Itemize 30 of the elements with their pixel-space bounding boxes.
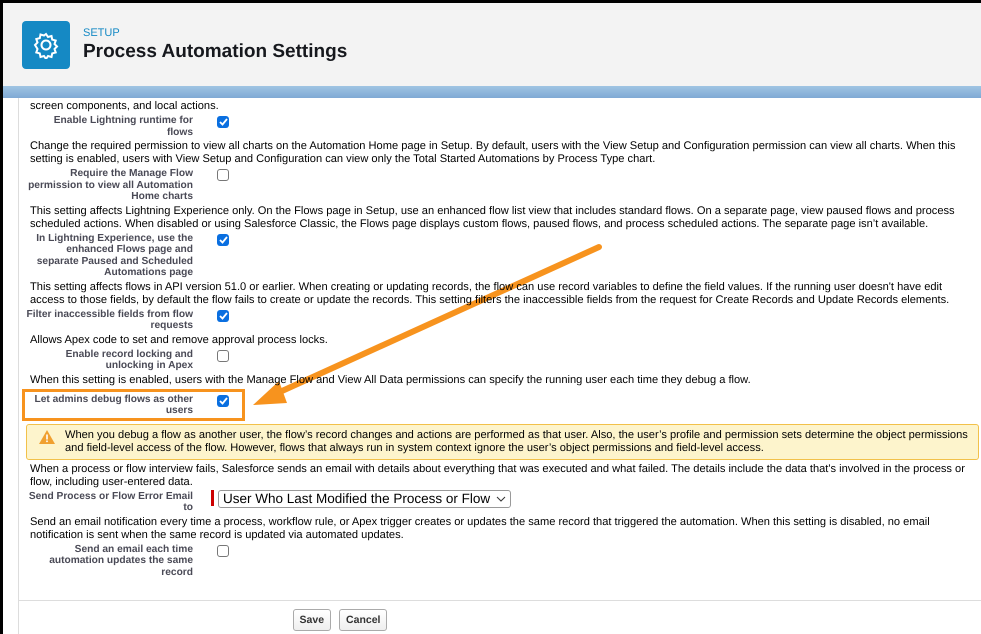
- settings-icon: [32, 30, 60, 58]
- select-field[interactable]: User Who Last Modified the Process or Flow: [218, 490, 512, 508]
- setting-label: Enable Lightning runtime for flows: [52, 114, 193, 138]
- checkbox[interactable]: [217, 169, 229, 181]
- setting-label: Let admins debug flows as other users: [34, 392, 193, 416]
- setting-description: screen components, and local actions.: [29, 100, 220, 113]
- form-button[interactable]: Cancel: [339, 609, 388, 631]
- checkbox[interactable]: [217, 310, 229, 322]
- checkbox[interactable]: [217, 350, 229, 362]
- setting-description: Allows Apex code to set and remove approval process locks.: [29, 334, 329, 346]
- page-title: Process Automation Settings: [83, 40, 348, 62]
- setting-label: Send Process or Flow Error Email to: [28, 490, 193, 514]
- checkbox[interactable]: [217, 234, 229, 246]
- setting-label: Filter inaccessible fields from flow requests: [26, 308, 193, 332]
- setting-description: This setting affects Lightning Experience only. On the Flows page in Setup, use an enhanced flow list view that includes standard flows. On a separate page, view paused flows and process scheduled actions. When disabled or using Salesforce Classic, the Flows page displays custom flows, paused flows, and process scheduled actions. The separate page isn’t available.: [29, 204, 956, 230]
- warning-icon: [39, 430, 55, 444]
- setting-description: Send an email notification every time a process, workflow rule, or Apex trigger creates or updates the same record that triggered the automation. When this setting is disabled, no email notification is sent when the same record is updated via automated updates.: [29, 516, 931, 542]
- form-button[interactable]: Save: [292, 609, 332, 631]
- setting-label: Send an email each time automation updates the same record: [48, 542, 193, 578]
- checkbox[interactable]: [217, 116, 229, 128]
- checkbox[interactable]: [217, 544, 229, 556]
- setting-description: When a process or flow interview fails, Salesforce sends an email with details about everything that was executed and what failed. The details include the data that's involved in the process or flow, including user-entered data.: [29, 462, 966, 488]
- checkbox[interactable]: [217, 394, 229, 406]
- warning-text: When you debug a flow as another user, the flow’s record changes and actions are performed as that user. Also, the user’s profile and permission sets determine the object permissions and field-level access of the flow. However, flows that always run in system context ignore the user’s object permissions and field-level access.: [65, 428, 969, 454]
- setting-label: Require the Manage Flow permission to view all Automation Home charts: [27, 167, 193, 202]
- setting-label: In Lightning Experience, use the enhanced Flows page and separate Paused and Scheduled Automations page: [35, 232, 193, 278]
- setting-description: Change the required permission to view all charts on the Automation Home page in Setup. By default, users with the View Setup and Configuration permission can view all charts. When this setting is enabled, users with View Setup and Configuration can view only the Total Started Automations by Process Type chart.: [29, 140, 956, 166]
- page-eyebrow: SETUP: [83, 26, 121, 38]
- setting-label: Enable record locking and unlocking in Apex: [64, 348, 193, 372]
- chevron-down-icon: [496, 496, 506, 502]
